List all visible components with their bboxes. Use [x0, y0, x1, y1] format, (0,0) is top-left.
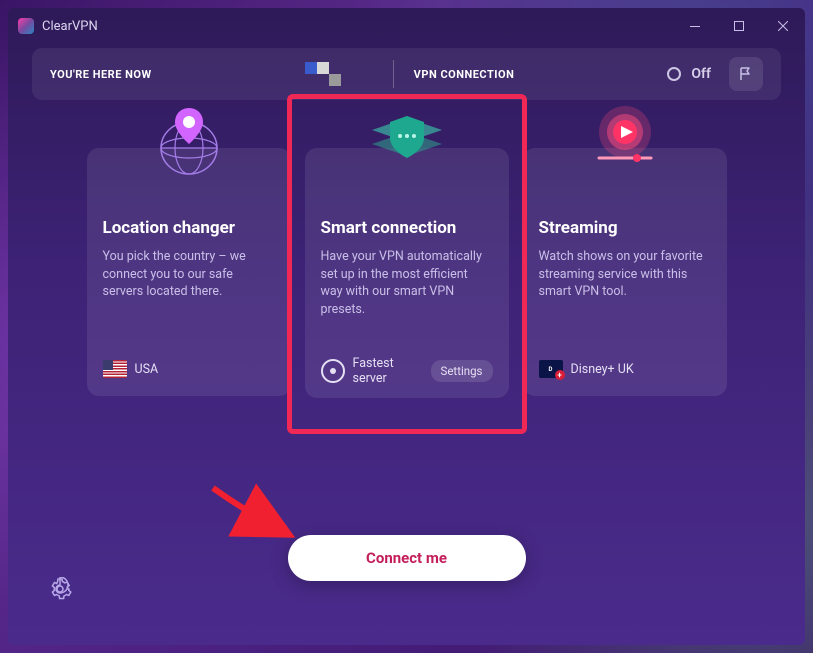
shield-layers-icon: [362, 100, 452, 184]
location-pin-icon: [321, 359, 345, 383]
minimize-icon: [690, 26, 700, 27]
app-logo-icon: [18, 18, 34, 34]
disney-plus-icon: D: [539, 360, 563, 378]
vpn-status: Off: [667, 66, 711, 82]
status-bar: YOU'RE HERE NOW VPN CONNECTION Off: [32, 48, 781, 100]
minimize-button[interactable]: [673, 8, 717, 44]
app-title: ClearVPN: [42, 19, 98, 34]
here-now-label: YOU'RE HERE NOW: [50, 68, 152, 81]
card-location-footer-text: USA: [135, 362, 159, 377]
card-location-title: Location changer: [103, 218, 275, 238]
vpn-connection-label: VPN CONNECTION: [414, 68, 515, 81]
maximize-icon: [734, 21, 744, 31]
card-location-wrap: Location changer You pick the country – …: [87, 148, 291, 396]
card-streaming-desc: Watch shows on your favorite streaming s…: [539, 248, 711, 316]
current-location-flag: [305, 62, 355, 86]
card-smart-footer: Fastest server Settings: [321, 358, 493, 384]
settings-button[interactable]: [48, 577, 72, 605]
flag-icon: [738, 66, 754, 82]
gear-icon: [48, 577, 72, 601]
card-smart-desc: Have your VPN automatically set up in th…: [321, 248, 493, 318]
app-window: ClearVPN YOU'RE HERE NOW VPN CONNECTION …: [8, 8, 805, 645]
settings-chip[interactable]: Settings: [431, 360, 493, 382]
card-smart-footer-text: Fastest server: [353, 356, 423, 386]
card-streaming-footer: D Disney+ UK: [539, 356, 711, 382]
report-flag-button[interactable]: [729, 57, 763, 91]
connect-button[interactable]: Connect me: [288, 535, 526, 581]
usa-flag-icon: [103, 360, 127, 378]
divider: [393, 60, 394, 88]
card-location-footer: USA: [103, 356, 275, 382]
maximize-button[interactable]: [717, 8, 761, 44]
close-icon: [778, 21, 788, 31]
card-smart-title: Smart connection: [321, 218, 493, 238]
card-smart-wrap: Smart connection Have your VPN automatic…: [305, 148, 509, 398]
card-location-desc: You pick the country – we connect you to…: [103, 248, 275, 316]
card-streaming-footer-text: Disney+ UK: [571, 362, 634, 377]
status-indicator-icon: [667, 67, 681, 81]
card-smart[interactable]: Smart connection Have your VPN automatic…: [305, 148, 509, 398]
close-button[interactable]: [761, 8, 805, 44]
cards-row: Location changer You pick the country – …: [8, 148, 805, 398]
card-streaming-wrap: Streaming Watch shows on your favorite s…: [523, 148, 727, 396]
globe-pin-icon: [149, 100, 229, 184]
status-text: Off: [691, 66, 711, 82]
card-streaming[interactable]: Streaming Watch shows on your favorite s…: [523, 148, 727, 396]
title-bar: ClearVPN: [8, 8, 805, 44]
window-controls: [673, 8, 805, 44]
card-streaming-title: Streaming: [539, 218, 711, 238]
card-location[interactable]: Location changer You pick the country – …: [87, 148, 291, 396]
play-disc-icon: [585, 100, 665, 184]
